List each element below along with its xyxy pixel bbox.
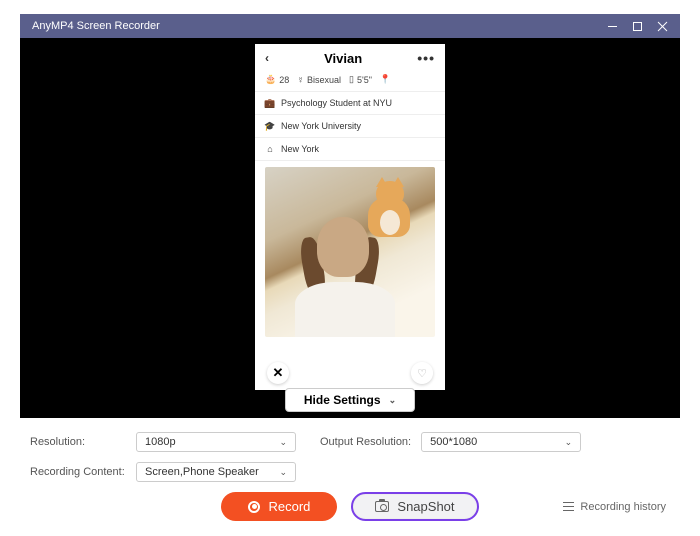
chevron-down-icon: ⌄ bbox=[279, 437, 287, 448]
info-city: ⌂ New York bbox=[255, 138, 445, 161]
close-icon[interactable] bbox=[657, 21, 668, 32]
record-button[interactable]: Record bbox=[221, 492, 337, 521]
list-icon bbox=[563, 502, 574, 511]
profile-photo bbox=[265, 167, 435, 337]
recording-content-label: Recording Content: bbox=[30, 466, 126, 478]
settings-row-1: Resolution: 1080p ⌄ Output Resolution: 5… bbox=[30, 432, 670, 452]
stat-age: 🎂28 bbox=[265, 74, 289, 85]
stat-location: 📍 bbox=[380, 74, 391, 85]
output-resolution-group: Output Resolution: 500*1080 ⌄ bbox=[320, 432, 581, 452]
resolution-group: Resolution: 1080p ⌄ bbox=[30, 432, 296, 452]
chevron-down-icon: ⌄ bbox=[565, 437, 573, 448]
profile-header: ‹ Vivian ••• bbox=[255, 44, 445, 70]
camera-icon bbox=[375, 501, 389, 512]
window-controls bbox=[607, 21, 668, 32]
output-resolution-label: Output Resolution: bbox=[320, 436, 411, 448]
info-occupation: 💼 Psychology Student at NYU bbox=[255, 92, 445, 115]
chevron-down-icon: ⌄ bbox=[279, 467, 287, 478]
minimize-icon[interactable] bbox=[607, 21, 618, 32]
app-title: AnyMP4 Screen Recorder bbox=[32, 20, 160, 32]
ruler-icon: ▯ bbox=[349, 74, 354, 85]
hide-settings-label: Hide Settings bbox=[304, 393, 381, 407]
info-school: 🎓 New York University bbox=[255, 115, 445, 138]
profile-stats: 🎂28 ☿Bisexual ▯5'5" 📍 bbox=[255, 70, 445, 92]
output-resolution-select[interactable]: 500*1080 ⌄ bbox=[421, 432, 581, 452]
snapshot-button[interactable]: SnapShot bbox=[351, 492, 478, 521]
pin-icon: 📍 bbox=[380, 74, 391, 85]
orientation-icon: ☿ bbox=[297, 75, 304, 85]
phone-mirror-view: ‹ Vivian ••• 🎂28 ☿Bisexual ▯5'5" 📍 💼 Psy… bbox=[255, 44, 445, 390]
preview-area: ‹ Vivian ••• 🎂28 ☿Bisexual ▯5'5" 📍 💼 Psy… bbox=[20, 38, 680, 418]
stat-height: ▯5'5" bbox=[349, 74, 372, 85]
chevron-down-icon: ⌄ bbox=[389, 395, 397, 406]
like-button[interactable]: ♡ bbox=[411, 362, 433, 384]
maximize-icon[interactable] bbox=[632, 21, 643, 32]
back-icon[interactable]: ‹ bbox=[265, 51, 269, 65]
stat-orientation: ☿Bisexual bbox=[297, 75, 341, 85]
recording-content-select[interactable]: Screen,Phone Speaker ⌄ bbox=[136, 462, 296, 482]
action-buttons: Record SnapShot Recording history bbox=[30, 492, 670, 521]
briefcase-icon: 💼 bbox=[265, 98, 275, 108]
more-icon[interactable]: ••• bbox=[417, 50, 435, 66]
recording-history-link[interactable]: Recording history bbox=[563, 501, 666, 513]
cake-icon: 🎂 bbox=[265, 74, 276, 85]
resolution-label: Resolution: bbox=[30, 436, 126, 448]
resolution-select[interactable]: 1080p ⌄ bbox=[136, 432, 296, 452]
profile-name: Vivian bbox=[324, 51, 362, 66]
settings-row-2: Recording Content: Screen,Phone Speaker … bbox=[30, 462, 670, 482]
app-window: AnyMP4 Screen Recorder ‹ Vivian ••• 🎂28 … bbox=[0, 0, 700, 531]
settings-panel: Resolution: 1080p ⌄ Output Resolution: 5… bbox=[20, 418, 680, 531]
title-bar: AnyMP4 Screen Recorder bbox=[20, 14, 680, 38]
hide-settings-button[interactable]: Hide Settings ⌄ bbox=[285, 388, 415, 412]
cat-illustration bbox=[368, 177, 413, 237]
home-icon: ⌂ bbox=[265, 144, 275, 154]
dismiss-button[interactable]: ✕ bbox=[267, 362, 289, 384]
record-icon bbox=[248, 501, 260, 513]
recording-content-group: Recording Content: Screen,Phone Speaker … bbox=[30, 462, 296, 482]
school-icon: 🎓 bbox=[265, 121, 275, 131]
